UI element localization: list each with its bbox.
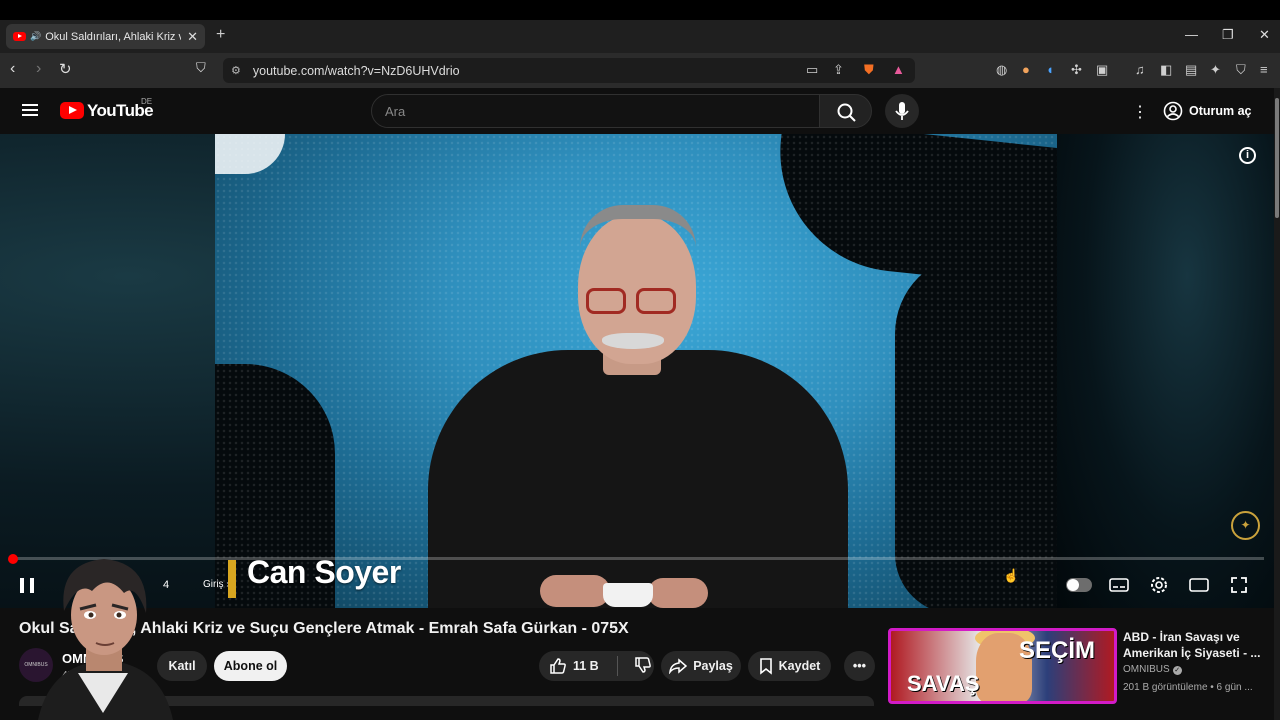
extensions-puzzle-icon[interactable]: ✣ <box>1071 62 1082 78</box>
microphone-icon <box>895 102 909 120</box>
bookmark-icon[interactable]: ⛉ <box>196 60 206 76</box>
save-icon <box>759 658 772 675</box>
brave-shield-icon[interactable]: ⛊ <box>864 62 874 78</box>
more-horizontal-icon: ••• <box>852 659 867 673</box>
coffee-cup <box>603 583 653 607</box>
presenter-mustache <box>602 333 664 349</box>
streamer-avatar-overlay <box>28 553 178 720</box>
ambient-mode-icon[interactable]: ✦ <box>1231 511 1260 540</box>
recommended-channel-name: OMNIBUS <box>1123 664 1170 675</box>
thumb-text-left: SAVAŞ <box>907 671 980 696</box>
voice-search-button[interactable] <box>885 94 919 128</box>
sidebar-icon[interactable]: ◧ <box>1160 62 1172 78</box>
restore-icon[interactable]: ❐ <box>1222 27 1234 43</box>
forward-icon[interactable]: › <box>36 60 41 78</box>
more-actions-button[interactable]: ••• <box>844 651 875 681</box>
site-info-icon[interactable]: ⚙ <box>231 64 241 77</box>
presenter-glasses-left <box>586 288 626 314</box>
close-tab-icon[interactable]: ✕ <box>187 29 198 45</box>
fullscreen-icon[interactable] <box>1228 574 1250 596</box>
youtube-logo-icon[interactable] <box>60 102 84 119</box>
extension-2-icon[interactable]: ● <box>1022 62 1030 77</box>
share-label: Paylaş <box>693 659 733 673</box>
verified-icon: ✓ <box>1172 666 1182 675</box>
screenshot-icon[interactable]: ▣ <box>1096 62 1108 78</box>
audio-playing-icon[interactable]: 🔊 <box>30 31 41 42</box>
reload-icon[interactable]: ↻ <box>59 60 72 78</box>
chapter-label: Giriş <box>203 579 224 590</box>
minimize-icon[interactable]: — <box>1185 27 1198 42</box>
recommended-channel[interactable]: OMNIBUS ✓ <box>1123 664 1182 675</box>
rewards-icon[interactable]: ▲ <box>892 62 905 77</box>
subscribe-button[interactable]: Abone ol <box>214 651 287 681</box>
presenter-hand-right <box>648 578 708 608</box>
recommended-meta: 201 B görüntüleme • 6 gün ... <box>1123 682 1253 693</box>
save-label: Kaydet <box>778 659 821 673</box>
wallet-icon[interactable]: ▤ <box>1185 62 1197 78</box>
guide-menu-icon[interactable] <box>22 104 38 116</box>
tab-title: Okul Saldırıları, Ahlaki Kriz ve <box>45 30 182 43</box>
settings-more-icon[interactable]: ⋮ <box>1132 102 1148 122</box>
search-input[interactable]: Ara <box>371 94 820 128</box>
chapter-button[interactable]: Giriş › <box>203 579 230 590</box>
search-icon <box>837 103 856 122</box>
like-count: 11 B <box>573 659 599 673</box>
share-icon <box>669 658 688 674</box>
tab-strip: 🔊 Okul Saldırıları, Ahlaki Kriz ve ✕ <box>0 20 1280 53</box>
account-icon <box>1163 101 1183 121</box>
recommended-thumbnail[interactable]: SAVAŞ SEÇİM <box>888 628 1117 704</box>
share-button[interactable]: Paylaş <box>661 651 741 681</box>
lower-third-bar <box>228 560 236 598</box>
vpn-icon[interactable]: ⛉ <box>1236 62 1246 78</box>
save-button[interactable]: Kaydet <box>748 651 831 681</box>
theater-mode-icon[interactable] <box>1188 574 1210 596</box>
settings-gear-icon[interactable] <box>1148 574 1170 596</box>
recommended-title[interactable]: ABD - İran Savaşı ve Amerikan İç Siyaset… <box>1123 629 1263 661</box>
back-icon[interactable]: ‹ <box>10 60 15 78</box>
like-button[interactable]: 11 B <box>549 657 599 675</box>
share-page-icon[interactable]: ⇪ <box>833 62 844 78</box>
sign-in-button[interactable]: Oturum aç <box>1163 99 1252 123</box>
window-top-strip <box>0 0 1280 20</box>
search-button[interactable] <box>819 94 872 128</box>
extension-3-icon[interactable]: ◖ <box>1046 62 1054 77</box>
sign-in-label: Oturum aç <box>1189 104 1252 118</box>
mouse-cursor-icon: ☝ <box>1003 568 1020 583</box>
scrubber-handle[interactable] <box>8 554 18 564</box>
media-icon[interactable]: ♫ <box>1135 62 1145 77</box>
close-window-icon[interactable]: ✕ <box>1259 27 1270 43</box>
presenter-hair <box>580 205 696 255</box>
country-code: DE <box>141 97 153 106</box>
like-dislike-group: 11 B <box>539 651 654 681</box>
menu-icon[interactable]: ≡ <box>1260 62 1268 77</box>
page-scrollbar[interactable] <box>1274 88 1280 720</box>
info-icon[interactable]: i <box>1239 147 1256 164</box>
autoplay-toggle[interactable] <box>1066 578 1092 592</box>
new-tab-button[interactable]: + <box>216 26 225 44</box>
subtitles-icon[interactable] <box>1108 574 1130 596</box>
subscribe-label: Abone ol <box>223 659 278 673</box>
thumbs-up-icon <box>550 658 566 674</box>
dislike-button[interactable] <box>634 656 652 677</box>
leo-ai-icon[interactable]: ✦ <box>1210 62 1221 78</box>
lower-third-name: Can Soyer <box>247 554 401 590</box>
thumbs-down-icon <box>634 656 651 673</box>
presenter-glasses-right <box>636 288 676 314</box>
presenter-shirt <box>428 350 848 610</box>
progress-bar[interactable] <box>12 557 1264 560</box>
scrollbar-thumb[interactable] <box>1275 98 1279 218</box>
url-text: youtube.com/watch?v=NzD6UHVdrio <box>252 63 460 78</box>
youtube-favicon-icon <box>13 32 26 41</box>
presenter-hand-left <box>540 575 610 607</box>
browser-tab-active[interactable]: 🔊 Okul Saldırıları, Ahlaki Kriz ve ✕ <box>6 24 205 49</box>
extension-1-icon[interactable]: ◍ <box>996 62 1007 78</box>
cast-icon[interactable]: ▭ <box>806 62 818 78</box>
thumb-text-right: SEÇİM <box>1019 637 1096 664</box>
